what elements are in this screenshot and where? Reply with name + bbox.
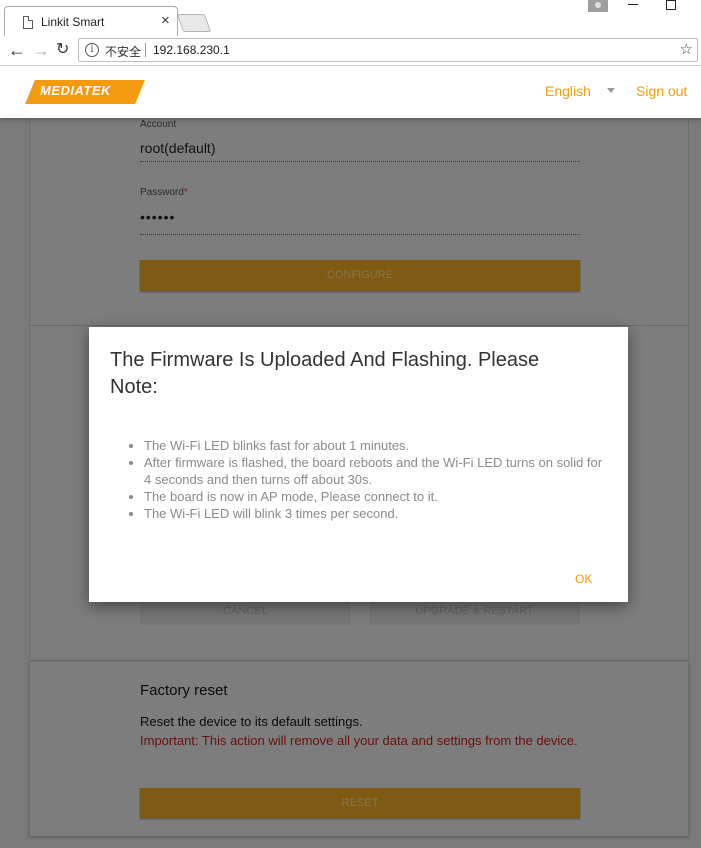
browser-tabstrip: Linkit Smart ×: [0, 0, 701, 36]
factory-reset-title: Factory reset: [140, 682, 228, 699]
list-item: The Wi-Fi LED will blink 3 times per sec…: [144, 505, 606, 522]
browser-toolbar: ← → ↻ i 不安全 192.168.230.1 ☆: [0, 36, 701, 66]
configure-button[interactable]: CONFIGURE: [140, 260, 580, 291]
url-text[interactable]: 192.168.230.1: [153, 43, 230, 57]
sign-out-link[interactable]: Sign out: [636, 83, 687, 99]
factory-reset-warning: Important: This action will remove all y…: [140, 733, 578, 748]
account-field[interactable]: root(default): [140, 140, 215, 156]
list-item: After firmware is flashed, the board reb…: [144, 454, 606, 488]
address-separator: [145, 43, 146, 57]
reload-icon[interactable]: ↻: [56, 39, 69, 61]
password-label: Password*: [140, 187, 188, 198]
dialog-notes-list: The Wi-Fi LED blinks fast for about 1 mi…: [126, 437, 606, 522]
firmware-flashing-dialog: The Firmware Is Uploaded And Flashing. P…: [89, 327, 628, 602]
logo-text: MEDIATEK: [40, 83, 111, 98]
factory-reset-card: Factory reset Reset the device to its de…: [29, 662, 689, 836]
info-icon[interactable]: i: [85, 43, 99, 57]
minimize-window-button[interactable]: [628, 4, 638, 5]
required-marker: *: [183, 187, 188, 198]
password-underline: [140, 234, 580, 235]
page-header: MEDIATEK English Sign out: [0, 66, 701, 118]
browser-tab[interactable]: Linkit Smart ×: [4, 6, 178, 36]
language-selector[interactable]: English: [545, 83, 591, 99]
password-field[interactable]: ••••••: [140, 209, 175, 225]
tab-close-icon[interactable]: ×: [161, 12, 170, 30]
account-card: Account root(default) Password* •••••• C…: [29, 118, 689, 326]
dialog-title: The Firmware Is Uploaded And Flashing. P…: [110, 349, 540, 398]
maximize-window-button[interactable]: [666, 0, 676, 10]
back-arrow-icon[interactable]: ←: [8, 39, 26, 61]
factory-reset-description: Reset the device to its default settings…: [140, 714, 363, 729]
ok-button[interactable]: OK: [575, 572, 592, 586]
account-underline: [140, 161, 580, 162]
document-icon: [23, 16, 33, 29]
forward-arrow-icon[interactable]: →: [32, 39, 50, 61]
account-label: Account: [140, 119, 177, 130]
list-item: The Wi-Fi LED blinks fast for about 1 mi…: [144, 437, 606, 454]
list-item: The board is now in AP mode, Please conn…: [144, 488, 606, 505]
chevron-down-icon[interactable]: [607, 88, 615, 93]
reset-button[interactable]: RESET: [140, 788, 580, 818]
user-profile-icon[interactable]: [588, 0, 608, 12]
tab-title: Linkit Smart: [41, 15, 105, 29]
address-bar[interactable]: i 不安全 192.168.230.1 ☆: [78, 38, 698, 62]
bookmark-star-icon[interactable]: ☆: [680, 40, 693, 58]
security-status: 不安全: [105, 45, 142, 59]
new-tab-button[interactable]: [176, 14, 212, 32]
